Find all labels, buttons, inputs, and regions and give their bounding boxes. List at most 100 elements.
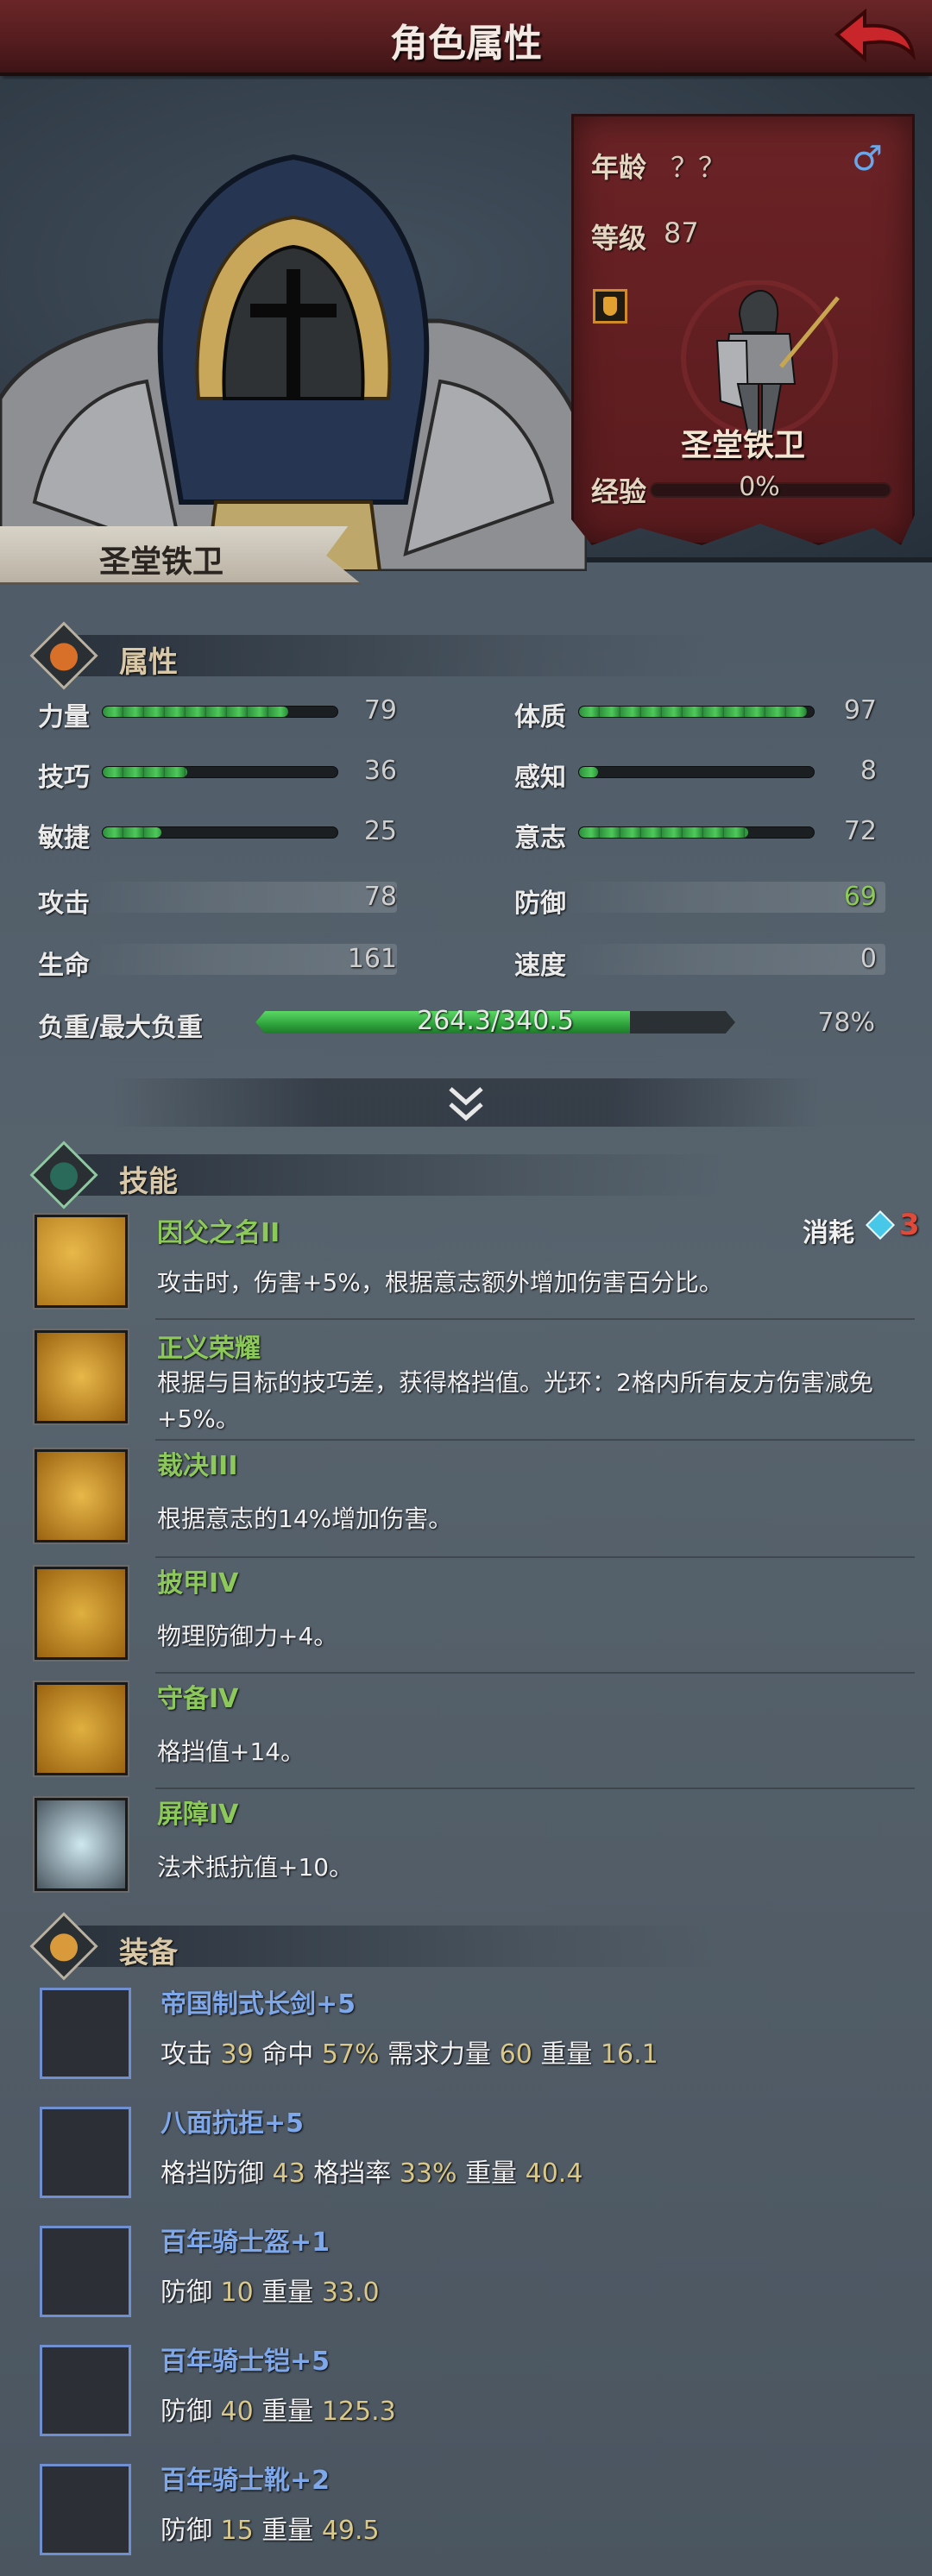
equipment-stat-label: 需求力量: [387, 2039, 492, 2070]
sword-icon[interactable]: [40, 1988, 131, 2079]
double-chevron-down-icon: [449, 1087, 483, 1122]
skills-star-icon: [29, 1140, 98, 1209]
attribute-bar: [578, 706, 815, 718]
xp-label: 经验: [591, 475, 647, 508]
equipment-stat-value: 57%: [321, 2039, 380, 2070]
back-arrow-icon[interactable]: [830, 5, 916, 71]
male-icon: ♂: [852, 139, 883, 179]
equipment-name[interactable]: 百年骑士盔+1: [161, 2221, 330, 2259]
skill-icon-glory[interactable]: [35, 1330, 128, 1423]
attribute-bar: [102, 766, 338, 778]
equipment-section-header: 装备: [29, 1912, 811, 1981]
load-percent: 78%: [817, 1008, 875, 1038]
equipment-stat-label: 攻击: [161, 2039, 212, 2070]
attribute-label: 敏捷: [38, 823, 90, 853]
xp-value: 0%: [739, 472, 780, 502]
equipment-stats: 攻击 39 命中 57% 需求力量 60 重量 16.1: [161, 2033, 658, 2070]
gem-icon: [866, 1210, 895, 1240]
boots-icon[interactable]: [40, 2464, 131, 2555]
skill-desc: 根据与目标的技巧差，获得格挡值。光环：2格内所有友方伤害减免+5%。: [157, 1368, 873, 1433]
equipment-stat-label: 重量: [540, 2039, 593, 2070]
equipment-stat-value: 43: [272, 2158, 305, 2189]
equipment-name[interactable]: 百年骑士铠+5: [161, 2340, 330, 2378]
equipment-stats: 格挡防御 43 格挡率 33% 重量 40.4: [161, 2152, 582, 2190]
skill-icon-guard[interactable]: [35, 1682, 128, 1775]
attribute-value: 25: [363, 816, 397, 846]
age-label: 年龄: [591, 151, 647, 184]
skill-icon-barrier[interactable]: [35, 1798, 128, 1891]
stat-label: 生命: [38, 951, 90, 981]
expand-toggle[interactable]: [112, 1078, 820, 1127]
equipment-stat-value: 40: [220, 2397, 254, 2427]
equipment-stat-label: 重量: [465, 2158, 518, 2189]
skills-title: 技能: [119, 1165, 178, 1199]
equipment-stat-value: 60: [499, 2039, 532, 2070]
equipment-stat-value: 15: [220, 2516, 254, 2546]
skill-name[interactable]: 因父之名II: [157, 1211, 280, 1249]
attribute-bar: [578, 826, 815, 839]
shield-icon[interactable]: [40, 2107, 131, 2198]
equipment-stat-label: 防御: [161, 2278, 212, 2308]
helmet-icon[interactable]: [40, 2226, 131, 2317]
equipment-stat-label: 重量: [261, 2397, 314, 2427]
character-portrait: [0, 154, 587, 571]
skill-icon-judgment[interactable]: [35, 1449, 128, 1542]
attribute-bar: [102, 826, 338, 839]
equipment-stats: 防御 10 重量 33.0: [161, 2271, 380, 2309]
equipment-stat-value: 33.0: [321, 2278, 380, 2308]
attribute-bar: [578, 766, 815, 778]
attribute-value: 36: [363, 756, 397, 786]
equipment-stat-value: 40.4: [525, 2158, 583, 2189]
load-value: 264.3/340.5: [417, 1006, 574, 1036]
equipment-stat-label: 重量: [261, 2516, 314, 2546]
stat-label: 攻击: [38, 889, 90, 919]
skill-icon-targeting[interactable]: [35, 1215, 128, 1308]
equipment-stats: 防御 40 重量 125.3: [161, 2390, 396, 2428]
equipment-stat-value: 16.1: [600, 2039, 658, 2070]
skills-section-header: 技能: [29, 1140, 811, 1209]
equipment-name[interactable]: 八面抗拒+5: [161, 2102, 304, 2139]
equipment-stat-value: 49.5: [321, 2516, 380, 2546]
character-name-plate: 圣堂铁卫: [0, 526, 362, 585]
skill-name[interactable]: 屏障IV: [157, 1793, 238, 1831]
skill-name[interactable]: 守备IV: [157, 1677, 238, 1715]
skill-icon-armor[interactable]: [35, 1567, 128, 1660]
equipment-name[interactable]: 百年骑士靴+2: [161, 2459, 330, 2497]
equipment-name-text: 八面抗拒: [161, 2108, 264, 2139]
equipment-name-text: 百年骑士靴: [161, 2466, 290, 2496]
skill-desc: 攻击时，伤害+5%，根据意志额外增加伤害百分比。: [157, 1268, 723, 1297]
top-bar: 角色属性: [0, 0, 932, 76]
equipment-stat-label: 重量: [261, 2278, 314, 2308]
class-name: 圣堂铁卫: [680, 428, 805, 463]
class-figure: [681, 280, 840, 436]
equipment-stat-label: 命中: [261, 2039, 314, 2070]
attribute-bar: [102, 706, 338, 718]
equipment-name[interactable]: 帝国制式长剑+5: [161, 1982, 356, 2020]
stat-label: 防御: [514, 889, 566, 919]
level-value: 87: [664, 217, 699, 249]
equipment-stat-label: 防御: [161, 2516, 212, 2546]
attribute-label: 体质: [514, 702, 566, 732]
equipment-name-text: 百年骑士盔: [161, 2227, 290, 2258]
age-value: ？？: [671, 151, 727, 184]
skill-name[interactable]: 披甲IV: [157, 1561, 238, 1599]
equipment-upgrade-level: +5: [264, 2108, 305, 2139]
attribute-value: 97: [843, 695, 877, 726]
equipment-name-text: 帝国制式长剑: [161, 1989, 316, 2020]
skill-name[interactable]: 正义荣耀: [157, 1327, 261, 1365]
equipment-title: 装备: [119, 1936, 178, 1970]
equipment-stat-value: 39: [220, 2039, 254, 2070]
skill-name[interactable]: 裁决III: [157, 1444, 238, 1482]
stat-label: 速度: [514, 951, 566, 981]
attributes-icon: [29, 621, 98, 690]
equipment-upgrade-level: +5: [316, 1989, 356, 2020]
load-label: 负重/最大负重: [38, 1013, 203, 1043]
equipment-cross-icon: [29, 1912, 98, 1981]
armor-icon[interactable]: [40, 2345, 131, 2436]
equipment-upgrade-level: +1: [290, 2227, 331, 2258]
attribute-value: 72: [843, 816, 877, 846]
equipment-stat-value: 33%: [399, 2158, 457, 2189]
character-name: 圣堂铁卫: [99, 544, 224, 580]
stat-value: 69: [843, 882, 877, 912]
equipment-stats: 防御 15 重量 49.5: [161, 2509, 380, 2547]
